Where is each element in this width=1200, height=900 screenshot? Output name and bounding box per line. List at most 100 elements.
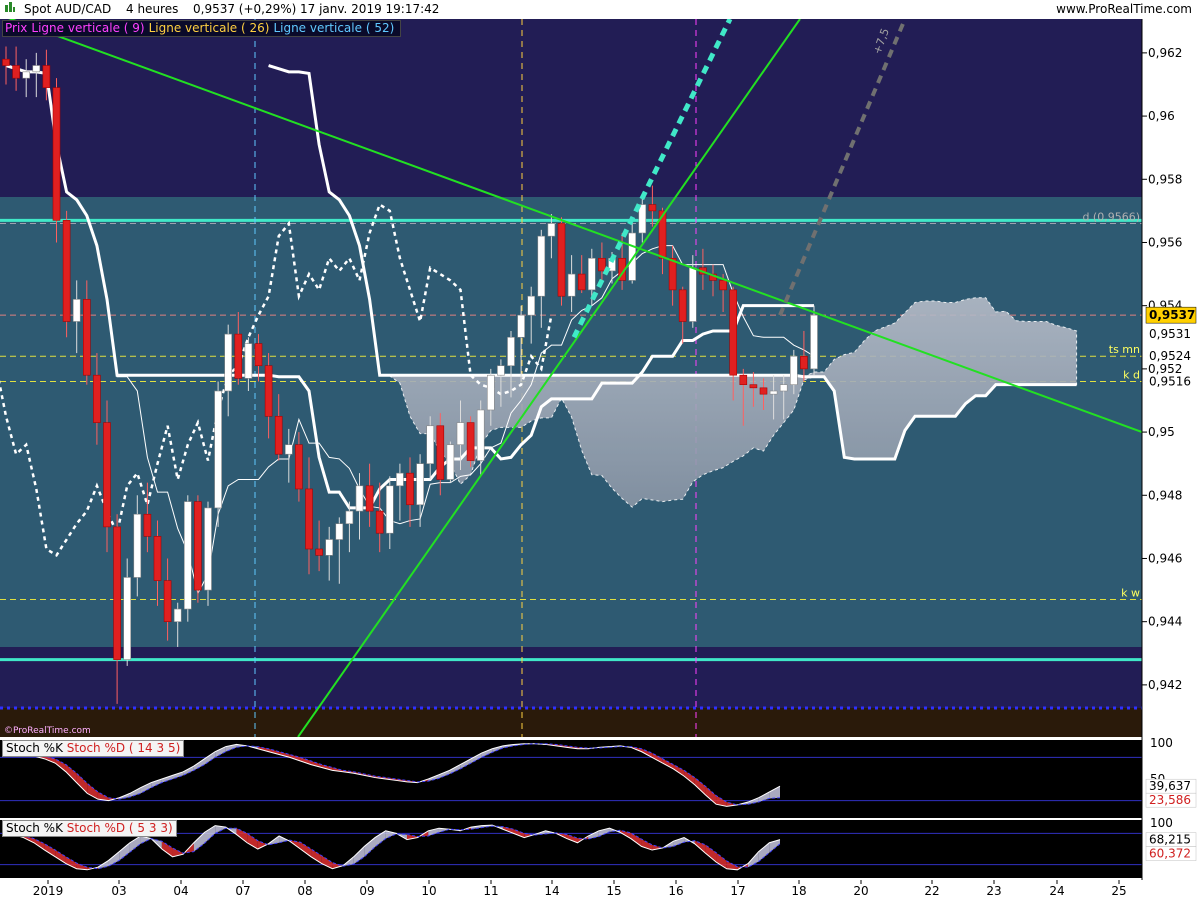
x-tick-label: 23 [986,884,1001,898]
candle-body [325,539,334,556]
candle-body [557,223,566,297]
x-tick-label: 04 [173,884,188,898]
candle-body [517,314,525,338]
candle-body [224,333,232,392]
stoch-value-label: 60,372 [1149,847,1191,861]
candle-body [123,577,131,660]
candle-body [537,235,546,297]
stoch-1-d-label[interactable]: Stoch %D ( 14 3 5) [67,741,180,755]
candle-body [385,485,394,534]
candle-body [668,257,677,291]
datetime-label: 17 janv. 2019 19:17:42 [300,2,440,16]
candle-body [305,488,313,550]
candle-body [769,390,778,395]
stoch-y-tick-label: 100 [1150,736,1173,750]
y-tick-label: 0,962 [1148,46,1182,60]
price-axis [1142,19,1200,880]
header-bar: Spot AUD/CAD 4 heures 0,9537 (+0,29%) 17… [0,0,1200,19]
chart-canvas: d (0,9566)ts mnk dk w+7,5 0,9620,960,958… [0,19,1200,900]
chart-annotation: d (0,9566) [1082,211,1140,224]
candle-body [547,223,556,237]
candle-body [194,501,202,591]
candle-body [789,355,798,385]
x-tick-label: 03 [111,884,126,898]
x-tick-label: 18 [791,884,806,898]
candle-body [52,87,61,221]
stoch-2-legend: Stoch %K Stoch %D ( 5 3 3) [2,820,177,837]
y-tick-label: 0,96 [1148,109,1175,123]
candle-body [587,257,596,291]
candle-body [678,289,687,322]
candle-body [143,513,152,537]
candle-body [396,472,404,487]
candle-body [486,374,495,411]
x-tick-label: 24 [1049,884,1064,898]
chart-window: d (0,9566) ts mn k dk w +7,5 0,962 0,96 0,958… [0,0,1200,900]
candle-body [163,580,172,622]
y-tick-label: 0,95 [1148,425,1175,439]
candle-body [749,384,758,389]
price-label: 0,9531 [1149,327,1191,341]
range-box [0,197,1142,647]
x-tick-label: 16 [668,884,683,898]
stoch-1-k-label[interactable]: Stoch %K [6,741,63,755]
site-label[interactable]: www.ProRealTime.com [1056,0,1192,19]
candle-body [466,422,475,461]
candle-body [295,444,303,490]
stoch-2-k-label[interactable]: Stoch %K [6,821,63,835]
y-tick-label: 0,944 [1148,615,1182,629]
legend-item[interactable]: Ligne verticale ( 9) [31,21,144,35]
price-label: 0,9524 [1149,349,1191,363]
candle-body [779,384,788,392]
x-tick-label: 2019 [33,884,64,898]
candle-body [375,510,384,534]
candle-body [274,415,283,455]
x-tick-label: 11 [483,884,498,898]
timeframe-label: 4 heures [126,2,179,16]
x-tick-label: 09 [359,884,374,898]
x-tick-label: 07 [235,884,250,898]
candle-body [456,422,465,446]
candle-body [345,510,354,525]
candle-body [204,507,212,591]
legend-item[interactable]: Ligne verticale ( 26) [149,21,270,35]
y-tick-label: 0,958 [1148,172,1182,186]
stoch-value-label: 68,215 [1149,833,1191,847]
stoch-1-legend: Stoch %K Stoch %D ( 14 3 5) [2,740,185,757]
price-label: 0,9516 [1149,375,1191,389]
candle-body [416,463,424,506]
candle-body [719,280,727,291]
bar-chart-icon [4,0,16,19]
candle-body [497,365,505,376]
stoch-2-d-label[interactable]: Stoch %D ( 5 3 3) [67,821,173,835]
candle-body [507,336,515,367]
legend-item[interactable]: Ligne verticale ( 52) [273,21,394,35]
candle-body [446,444,455,480]
candle-body [638,204,647,234]
legend-item[interactable]: Prix [5,21,27,35]
x-tick-label: 17 [730,884,745,898]
candle-body [103,422,111,528]
candle-body [406,472,414,506]
candle-body [173,608,182,622]
candle-body [567,273,576,297]
candle-body [2,58,10,66]
price-label: 0,9537 [1149,308,1195,322]
candle-body [32,65,41,73]
candle-body [284,444,293,455]
candle-body [476,409,485,461]
candle-body [315,548,323,556]
x-tick-label: 22 [924,884,939,898]
candle-body [527,295,536,316]
candle-body [153,536,162,581]
candle-body [729,289,738,376]
candle-body [426,425,435,464]
candle-body [244,343,253,379]
candle-body [688,267,697,322]
candle-body [436,425,445,480]
chart-annotation: ts mn [1109,343,1140,356]
x-tick-label: 14 [544,884,559,898]
candle-body [133,513,142,578]
candle-body [22,71,31,79]
candle-body [810,314,818,370]
